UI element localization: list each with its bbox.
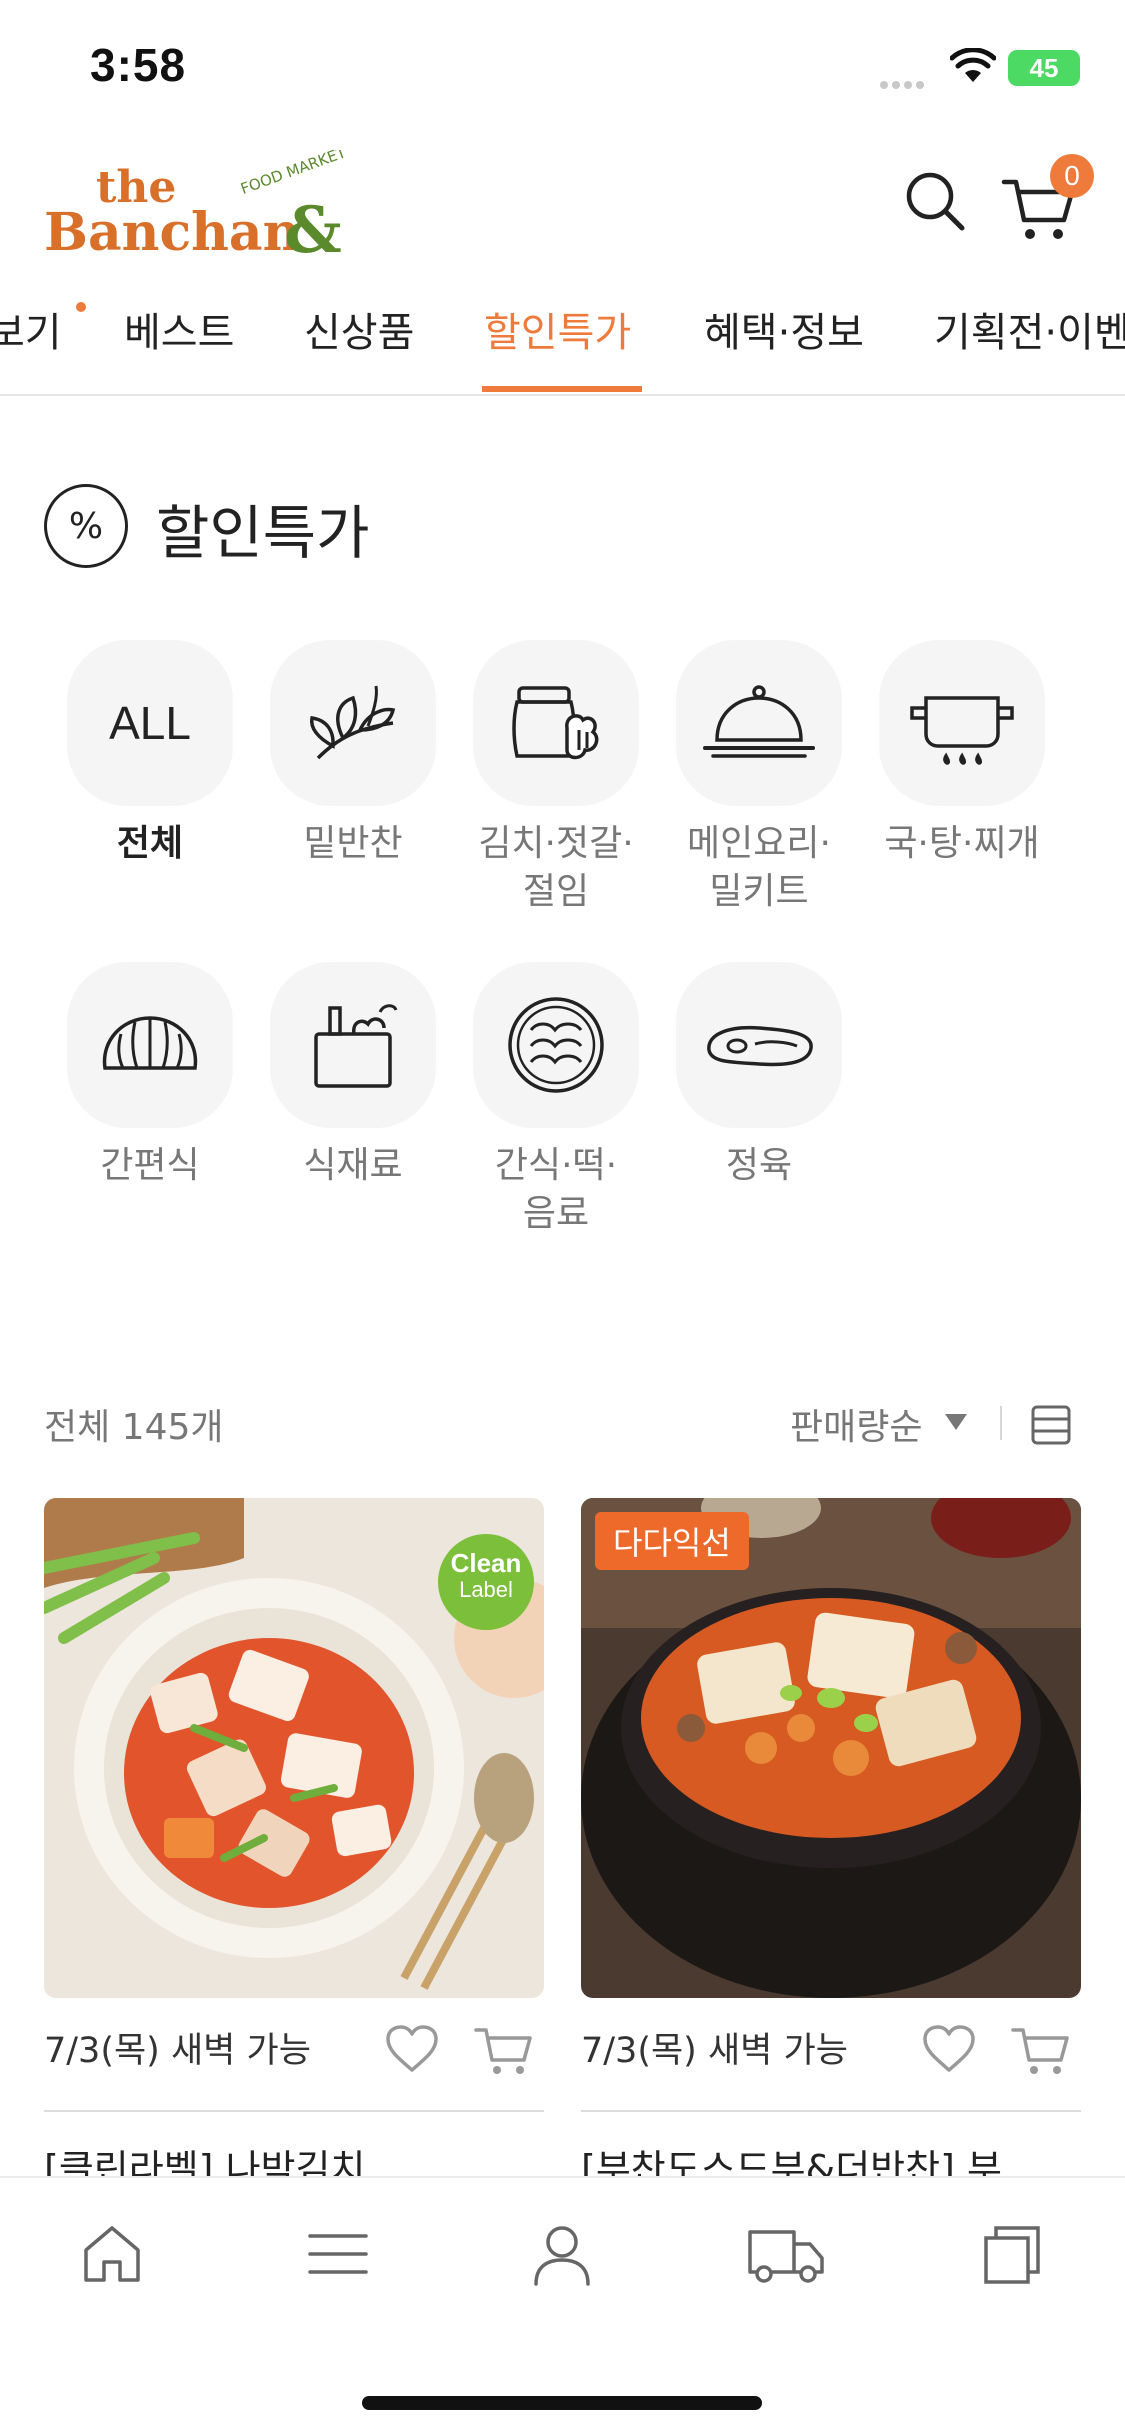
recent-items-icon[interactable] (980, 2222, 1044, 2286)
grocery-bag-icon (314, 1004, 398, 1088)
category-main-dish[interactable]: 메인요리· 밀키트 (674, 640, 844, 916)
category-label: 정육 (725, 1145, 793, 1186)
kimchi-jar-icon (512, 686, 599, 760)
svg-text:Banchan: Banchan (44, 202, 300, 263)
category-label: 김치·젓갈· 절임 (478, 823, 634, 912)
status-bar: 3:58 45 (0, 0, 1125, 130)
svg-text:FOOD MARKET: FOOD MARKET (238, 150, 349, 198)
wifi-icon (950, 48, 996, 82)
category-snacks[interactable]: 간식·떡· 음료 (471, 962, 641, 1238)
app-header: the Banchan & FOOD MARKET 0 (0, 140, 1125, 280)
heart-icon[interactable] (921, 2024, 977, 2074)
tab-sale[interactable]: 할인특가 (484, 300, 631, 358)
divider (581, 2110, 1081, 2112)
brand-logo[interactable]: the Banchan & FOOD MARKET (44, 143, 364, 280)
product-card[interactable]: 다다익선 7/3(목) 새벽 가능 [부찬도스드부&더반찬] 부 (581, 1498, 1081, 2191)
all-icon: ALL (67, 640, 233, 806)
delivery-date: 7/3(목) 새벽 가능 (581, 2031, 848, 2071)
dumpling-icon (102, 1016, 198, 1070)
chevron-down-icon (945, 1414, 967, 1430)
divider (1000, 1406, 1002, 1440)
sort-dropdown[interactable]: 판매량순 (790, 1398, 922, 1450)
search-icon[interactable] (904, 170, 968, 234)
signal-icon (880, 74, 928, 93)
category-label: 간식·떡· 음료 (494, 1145, 618, 1234)
new-dot (76, 302, 86, 312)
tab-new[interactable]: 신상품 (304, 300, 414, 358)
category-kimchi[interactable]: 김치·젓갈· 절임 (471, 640, 641, 916)
category-soup[interactable]: 국·탕·찌개 (877, 640, 1047, 868)
percent-icon: % (44, 484, 128, 568)
tab-benefits[interactable]: 혜택·정보 (704, 300, 864, 358)
delivery-date: 7/3(목) 새벽 가능 (44, 2031, 311, 2071)
home-icon[interactable] (80, 2222, 144, 2286)
category-meat[interactable]: 정육 (674, 962, 844, 1190)
category-convenience[interactable]: 간편식 (65, 962, 235, 1190)
rice-cake-icon (508, 997, 604, 1093)
promo-tag: 다다익선 (595, 1512, 749, 1570)
product-count: 전체 145개 (44, 1407, 224, 1448)
list-view-icon[interactable] (1030, 1404, 1072, 1446)
page-title: 할인특가 (156, 499, 370, 567)
category-label: 국·탕·찌개 (884, 823, 1040, 864)
category-label: 밑반찬 (303, 823, 403, 864)
tab-events[interactable]: 기획전·이벤 (934, 300, 1125, 358)
category-tabs: 보기 베스트 신상품 할인특가 혜택·정보 기획전·이벤 (0, 290, 1125, 396)
pot-icon (910, 696, 1014, 765)
category-label: 메인요리· 밀키트 (687, 823, 831, 912)
add-to-cart-icon[interactable] (474, 2022, 536, 2078)
category-side-dish[interactable]: 밑반찬 (268, 640, 438, 868)
home-indicator (362, 2396, 762, 2410)
cloche-icon (703, 685, 815, 758)
active-tab-indicator (482, 386, 642, 392)
tab-view[interactable]: 보기 (0, 300, 62, 358)
heart-icon[interactable] (384, 2024, 440, 2074)
divider (44, 2110, 544, 2112)
delivery-truck-icon[interactable] (746, 2222, 826, 2286)
menu-icon[interactable] (306, 2222, 370, 2286)
steak-icon (707, 1025, 813, 1067)
status-time: 3:58 (90, 39, 187, 91)
category-ingredients[interactable]: 식재료 (268, 962, 438, 1190)
category-label: 전체 (116, 823, 184, 864)
category-all[interactable]: ALL 전체 (65, 640, 235, 868)
leaf-icon (309, 685, 396, 760)
category-label: 식재료 (303, 1145, 403, 1186)
product-image[interactable]: Clean Label (44, 1498, 544, 1998)
user-icon[interactable] (530, 2222, 594, 2286)
svg-text:&: & (284, 193, 342, 268)
cart-count-badge: 0 (1050, 154, 1094, 198)
product-card[interactable]: Clean Label 7/3(목) 새벽 가능 [클린라벨] 나박김치 (44, 1498, 544, 2191)
category-label: 간편식 (100, 1145, 200, 1186)
clean-label-badge: Clean Label (438, 1534, 534, 1630)
add-to-cart-icon[interactable] (1011, 2022, 1073, 2078)
tab-best[interactable]: 베스트 (124, 300, 234, 358)
battery-icon: 45 (1008, 50, 1080, 86)
product-image[interactable]: 다다익선 (581, 1498, 1081, 1998)
